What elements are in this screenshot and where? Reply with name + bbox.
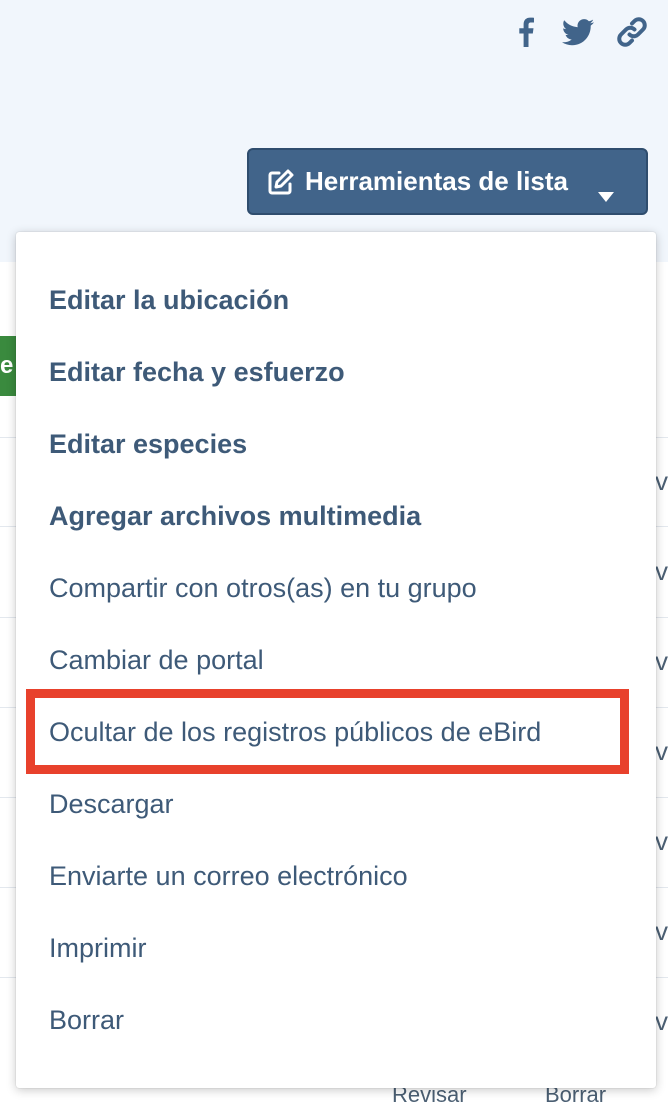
list-tools-button[interactable]: Herramientas de lista <box>247 148 648 215</box>
list-tools-menu: Editar la ubicación Editar fecha y esfue… <box>16 232 656 1088</box>
twitter-share-link[interactable] <box>560 14 596 50</box>
menu-item-edit-species[interactable]: Editar especies <box>49 422 247 466</box>
edit-icon <box>267 168 295 196</box>
facebook-share-link[interactable] <box>512 14 540 50</box>
row-text-fragment: ve <box>655 916 668 946</box>
menu-item-email[interactable]: Enviarte un correo electrónico <box>49 854 408 898</box>
green-tab-fragment: e <box>0 336 16 396</box>
menu-item-edit-date-effort[interactable]: Editar fecha y esfuerzo <box>49 350 345 394</box>
row-text-fragment: ve <box>655 466 668 496</box>
list-tools-label: Herramientas de lista <box>305 166 569 196</box>
highlight-box <box>26 689 629 774</box>
menu-item-print[interactable]: Imprimir <box>49 926 146 970</box>
row-text-fragment: ve <box>655 646 668 676</box>
row-text-fragment: ve <box>655 556 668 586</box>
menu-item-share-group[interactable]: Compartir con otros(as) en tu grupo <box>49 566 477 610</box>
menu-item-change-portal[interactable]: Cambiar de portal <box>49 638 264 682</box>
twitter-icon <box>562 18 594 46</box>
menu-item-download[interactable]: Descargar <box>49 782 174 826</box>
menu-item-add-media[interactable]: Agregar archivos multimedia <box>49 494 421 538</box>
menu-item-delete[interactable]: Borrar <box>49 998 124 1042</box>
copy-link[interactable] <box>614 14 650 50</box>
facebook-icon <box>518 17 534 47</box>
menu-item-edit-location[interactable]: Editar la ubicación <box>49 278 289 322</box>
caret-down-icon <box>598 178 614 209</box>
link-icon <box>616 16 648 48</box>
row-text-fragment: ve <box>655 736 668 766</box>
row-text-fragment: ve <box>655 1006 668 1036</box>
row-text-fragment: ve <box>655 826 668 856</box>
